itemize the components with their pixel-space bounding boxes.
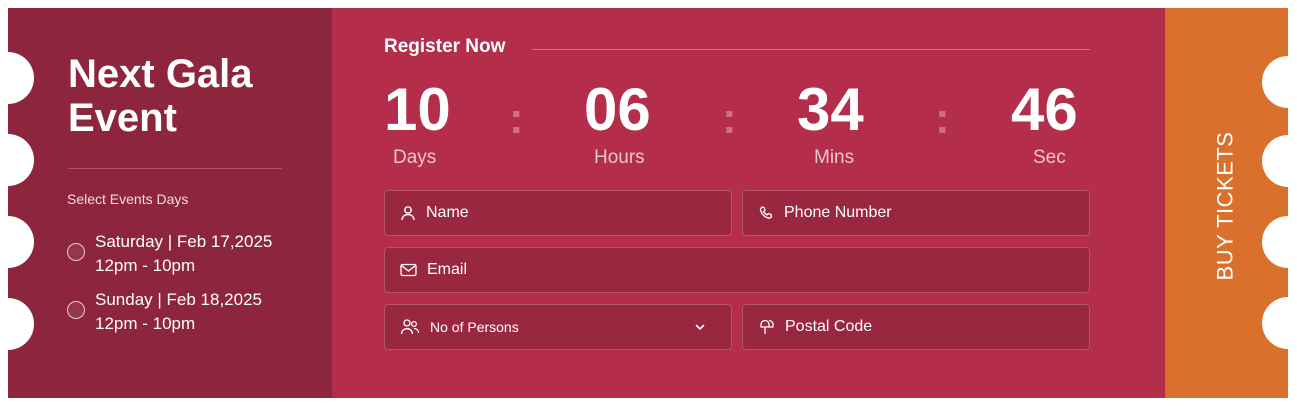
day-option-saturday[interactable]: Saturday | Feb 17,2025 12pm - 10pm [67, 230, 272, 278]
countdown-days-value: 10 [384, 76, 451, 143]
ticket-notch [1262, 56, 1297, 108]
users-icon [400, 319, 420, 335]
persons-select[interactable]: No of Persons [384, 304, 732, 350]
countdown-separator: : [722, 94, 737, 143]
mailbox-icon [760, 319, 774, 334]
event-info-panel: Next Gala Event Select Events Days Satur… [0, 8, 332, 398]
name-input[interactable]: Name [384, 190, 732, 236]
mail-icon [400, 263, 417, 277]
event-title-line2: Event [68, 96, 177, 140]
event-ticket: Next Gala Event Select Events Days Satur… [0, 8, 1297, 398]
day-option-sunday[interactable]: Sunday | Feb 18,2025 12pm - 10pm [67, 288, 262, 336]
register-title: Register Now [384, 36, 506, 57]
ticket-notch [0, 216, 34, 268]
countdown-separator: : [509, 94, 524, 143]
countdown-hours-value: 06 [584, 76, 651, 143]
chevron-down-icon[interactable] [694, 321, 706, 333]
event-title: Next Gala Event [68, 52, 298, 140]
buy-tickets-label: BUY TICKETS [1212, 131, 1238, 280]
postal-code-input[interactable]: Postal Code [742, 304, 1090, 350]
phone-icon [759, 206, 773, 219]
divider [68, 168, 282, 169]
countdown-days-label: Days [393, 147, 437, 168]
name-placeholder: Name [426, 204, 469, 221]
ticket-notch [1262, 135, 1297, 187]
ticket-notch [1262, 297, 1297, 349]
radio-button[interactable] [67, 243, 85, 261]
register-divider [532, 49, 1090, 50]
countdown-mins-value: 34 [797, 76, 864, 143]
ticket-notch [0, 52, 34, 104]
countdown-hours-label: Hours [594, 147, 645, 168]
registration-panel: Register Now 10 Days : 06 Hours : 34 Min… [332, 8, 1165, 398]
ticket-notch [0, 298, 34, 350]
day-time: 12pm - 10pm [95, 256, 196, 275]
ticket-notch [1262, 216, 1297, 268]
ticket-notch [0, 134, 34, 186]
buy-tickets-button[interactable]: BUY TICKETS [1165, 8, 1297, 398]
countdown-separator: : [935, 94, 950, 143]
email-placeholder: Email [427, 261, 468, 278]
countdown-sec-value: 46 [1011, 76, 1078, 143]
day-date: Saturday | Feb 17,2025 [95, 232, 273, 251]
user-icon [401, 206, 415, 221]
event-title-line1: Next Gala [68, 52, 253, 96]
phone-input[interactable]: Phone Number [742, 190, 1090, 236]
email-input[interactable]: Email [384, 247, 1090, 293]
day-time: 12pm - 10pm [95, 314, 196, 333]
postal-placeholder: Postal Code [785, 318, 873, 335]
select-days-label: Select Events Days [67, 191, 189, 207]
persons-placeholder: No of Persons [430, 319, 519, 335]
countdown-sec-label: Sec [1033, 147, 1066, 168]
radio-button[interactable] [67, 301, 85, 319]
phone-placeholder: Phone Number [784, 204, 892, 221]
countdown-mins-label: Mins [814, 147, 855, 168]
day-date: Sunday | Feb 18,2025 [95, 290, 262, 309]
